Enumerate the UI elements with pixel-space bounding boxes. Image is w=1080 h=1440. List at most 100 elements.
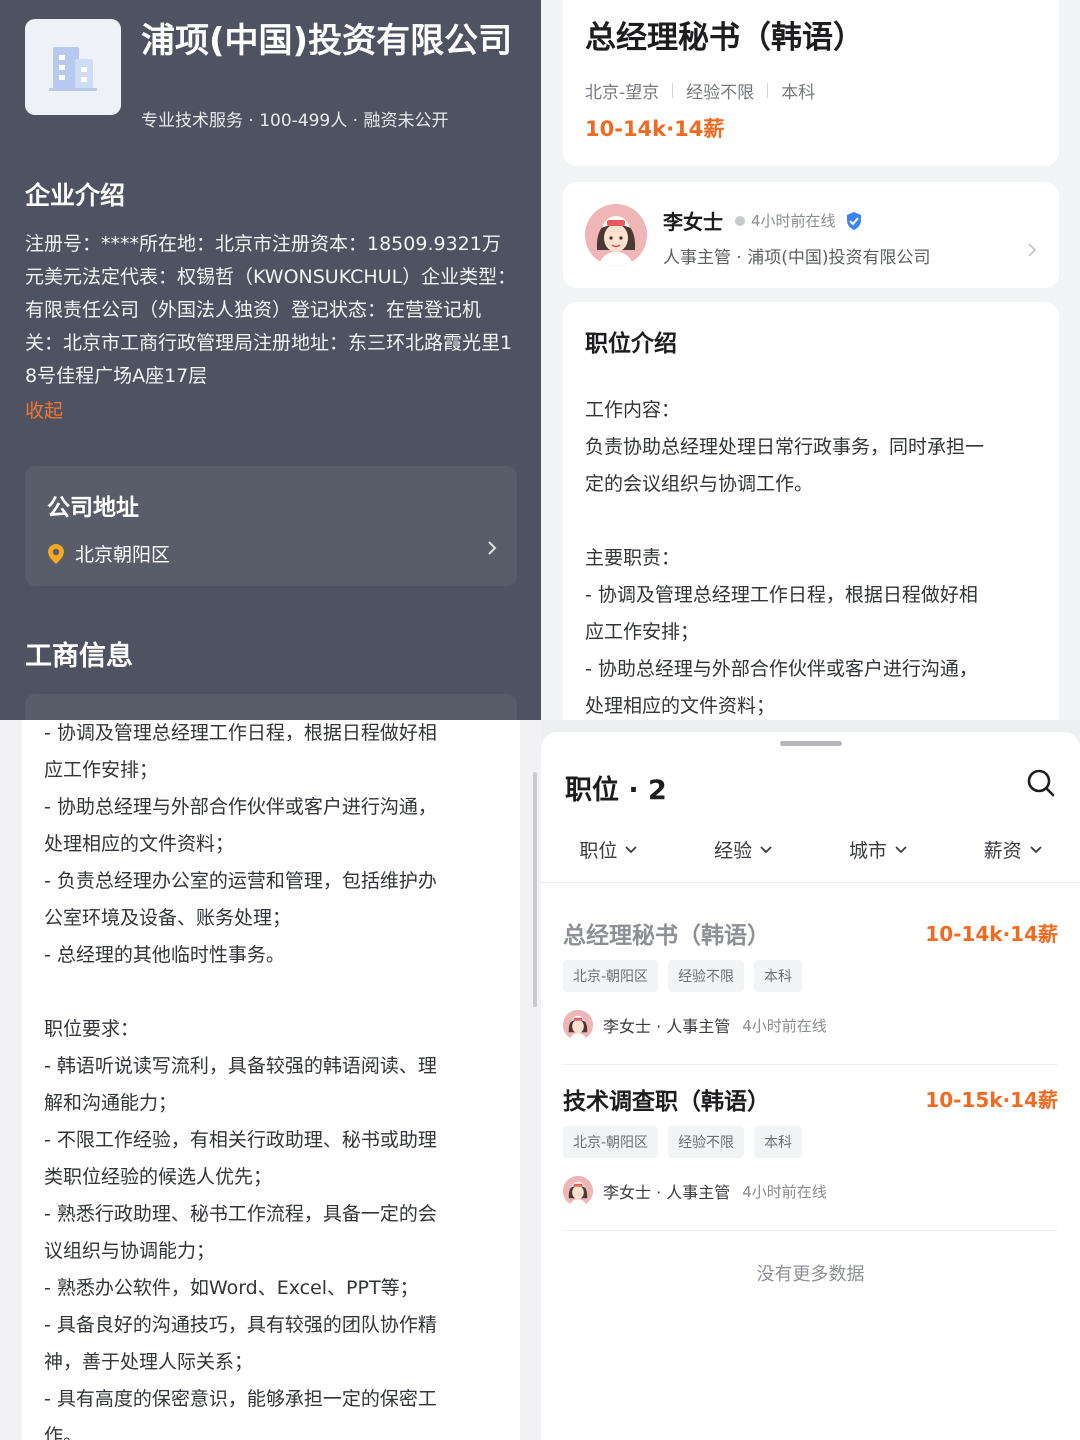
online-text: 4小时前在线 (742, 1182, 827, 1201)
description-line: 处理相应的文件资料； (44, 833, 235, 855)
description-line: - 协调及管理总经理工作日程，根据日程做好相 (585, 584, 978, 606)
description-line: 公室环境及设备、账务处理； (44, 907, 292, 929)
job-tag: 经验不限 (668, 960, 745, 992)
address-title: 公司地址 (47, 495, 139, 521)
job-item-title: 总经理秘书（韩语） (563, 923, 770, 949)
description-body: 工作内容： 负责协助总经理处理日常行政事务，同时承担一 定的会议组织与协调工作。… (585, 392, 1041, 720)
job-tag: 经验不限 (668, 1126, 745, 1158)
address-row: 北京朝阳区 (47, 540, 170, 567)
job-tags: 北京-望京 经验不限 本科 (585, 78, 815, 103)
job-description-continued-panel: - 协调及管理总经理工作日程，根据日程做好相 应工作安排； - 协助总经理与外部… (0, 720, 541, 1440)
description-line: 神，善于处理人际关系； (44, 1351, 254, 1373)
collapse-link[interactable]: 收起 (25, 396, 63, 423)
description-line: 解和沟通能力； (44, 1092, 178, 1114)
description-line: - 具备良好的沟通技巧，具有较强的团队协作精 (44, 1314, 437, 1336)
job-item-recruiter: 李女士 · 人事主管 4小时前在线 (563, 1176, 827, 1206)
description-line: - 熟悉办公软件，如Word、Excel、PPT等； (44, 1277, 419, 1299)
no-more-data: 没有更多数据 (756, 1264, 865, 1285)
online-dot (735, 215, 745, 226)
job-tag: 本科 (754, 1126, 803, 1158)
drag-handle[interactable] (780, 741, 842, 746)
search-icon (1027, 769, 1055, 797)
chevron-down-icon (625, 845, 638, 853)
description-line: 负责协助总经理处理日常行政事务，同时承担一 (585, 436, 985, 458)
chevron-down-icon (1029, 845, 1042, 853)
description-line: - 韩语听说读写流利，具备较强的韩语阅读、理 (44, 1055, 437, 1077)
online-status: 4小时前在线 (735, 210, 836, 231)
filter-experience[interactable]: 经验 (714, 836, 772, 863)
description-line: 应工作安排； (585, 621, 700, 643)
description-title: 职位介绍 (585, 331, 677, 357)
job-item-title: 技术调查职（韩语） (563, 1089, 770, 1115)
description-line: - 协助总经理与外部合作伙伴或客户进行沟通， (44, 796, 437, 818)
description-line: - 熟悉行政助理、秘书工作流程，具备一定的会 (44, 1203, 437, 1225)
description-line: 主要职责： (585, 547, 681, 569)
description-line (44, 974, 489, 1011)
description-line: - 具有高度的保密意识，能够承担一定的保密工 (44, 1388, 437, 1410)
job-item-tags: 北京-朝阳区 经验不限 本科 (563, 960, 812, 992)
job-salary: 10-14k·14薪 (585, 117, 725, 141)
avatar (563, 1176, 593, 1206)
job-detail-panel: 总经理秘书（韩语） 北京-望京 经验不限 本科 10-14k·14薪 李女士 4… (541, 0, 1080, 720)
job-item-tags: 北京-朝阳区 经验不限 本科 (563, 1126, 812, 1158)
filter-position[interactable]: 职位 (579, 836, 638, 863)
business-info-title: 工商信息 (25, 641, 133, 672)
filter-salary[interactable]: 薪资 (984, 836, 1042, 863)
job-list-item[interactable]: 技术调查职（韩语） 10-15k·14薪 北京-朝阳区 经验不限 本科 李女士 … (563, 1082, 1058, 1248)
online-text: 4小时前在线 (742, 1016, 827, 1035)
recruiter-name-row: 李女士 4小时前在线 (663, 206, 864, 235)
description-line: 作。 (44, 1425, 83, 1440)
business-info-card[interactable] (25, 694, 517, 720)
avatar (585, 204, 647, 266)
job-header-card: 总经理秘书（韩语） 北京-望京 经验不限 本科 10-14k·14薪 (563, 0, 1059, 166)
filter-city[interactable]: 城市 (849, 836, 907, 863)
description-line: - 总经理的其他临时性事务。 (44, 944, 285, 966)
company-meta: 专业技术服务 · 100-499人 · 融资未公开 (141, 111, 449, 131)
job-title: 总经理秘书（韩语） (585, 20, 864, 56)
description-line: - 不限工作经验，有相关行政助理、秘书或助理 (44, 1129, 437, 1151)
job-location: 北京-望京 (585, 83, 660, 103)
building-icon (49, 47, 97, 91)
company-panel: 浦项(中国)投资有限公司 专业技术服务 · 100-499人 · 融资未公开 企… (0, 0, 541, 720)
description-line: - 负责总经理办公室的运营和管理，包括维护办 (44, 870, 437, 892)
description-line: 议组织与协调能力； (44, 1240, 216, 1262)
job-item-recruiter: 李女士 · 人事主管 4小时前在线 (563, 1010, 827, 1040)
description-line: 应工作安排； (44, 759, 159, 781)
description-more-body: - 协调及管理总经理工作日程，根据日程做好相 应工作安排； - 协助总经理与外部… (44, 720, 489, 1440)
job-tag: 北京-朝阳区 (563, 960, 659, 992)
job-experience: 经验不限 (686, 83, 755, 103)
search-button[interactable] (1026, 768, 1056, 798)
jobs-sheet: 职位 · 2 职位 经验 城市 薪资 总经理秘书（韩语） 10-14k·14薪 … (541, 732, 1080, 1440)
recruiter-card[interactable]: 李女士 4小时前在线 人事主管 · 浦项(中国)投资有限公司 (563, 182, 1059, 288)
job-list-item[interactable]: 总经理秘书（韩语） 10-14k·14薪 北京-朝阳区 经验不限 本科 李女士 … (563, 916, 1058, 1082)
divider (541, 882, 1080, 883)
company-logo (25, 19, 121, 115)
online-text: 4小时前在线 (751, 212, 836, 230)
jobs-list-title: 职位 · 2 (565, 775, 667, 806)
address-text: 北京朝阳区 (75, 544, 171, 566)
filter-label: 城市 (848, 840, 887, 862)
address-card[interactable]: 公司地址 北京朝阳区 (25, 466, 517, 586)
description-line: - 协调及管理总经理工作日程，根据日程做好相 (44, 722, 437, 744)
description-sheet: - 协调及管理总经理工作日程，根据日程做好相 应工作安排； - 协助总经理与外部… (22, 720, 520, 1440)
recruiter-name: 李女士 (663, 210, 723, 234)
divider (563, 1064, 1058, 1065)
job-description-card: 职位介绍 工作内容： 负责协助总经理处理日常行政事务，同时承担一 定的会议组织与… (563, 302, 1059, 720)
job-tag: 北京-朝阳区 (563, 1126, 659, 1158)
verified-badge-icon (846, 211, 861, 230)
recruiter-text: 李女士 · 人事主管 (603, 1183, 731, 1202)
chevron-right-icon (487, 540, 497, 561)
job-tag: 本科 (754, 960, 803, 992)
description-line: 职位要求： (44, 1018, 140, 1040)
jobs-list-panel: 职位 · 2 职位 经验 城市 薪资 总经理秘书（韩语） 10-14k·14薪 … (541, 720, 1080, 1440)
scrollbar[interactable] (533, 772, 537, 1007)
chevron-right-icon (1027, 242, 1037, 263)
description-line: 处理相应的文件资料； (585, 695, 776, 717)
company-name: 浦项(中国)投资有限公司 (141, 21, 513, 61)
description-line: - 协助总经理与外部合作伙伴或客户进行沟通， (585, 658, 978, 680)
recruiter-subtitle: 人事主管 · 浦项(中国)投资有限公司 (663, 248, 931, 268)
description-line (585, 503, 1041, 540)
filter-label: 薪资 (983, 840, 1022, 862)
description-line: 工作内容： (585, 399, 681, 421)
location-pin-icon (48, 543, 64, 564)
